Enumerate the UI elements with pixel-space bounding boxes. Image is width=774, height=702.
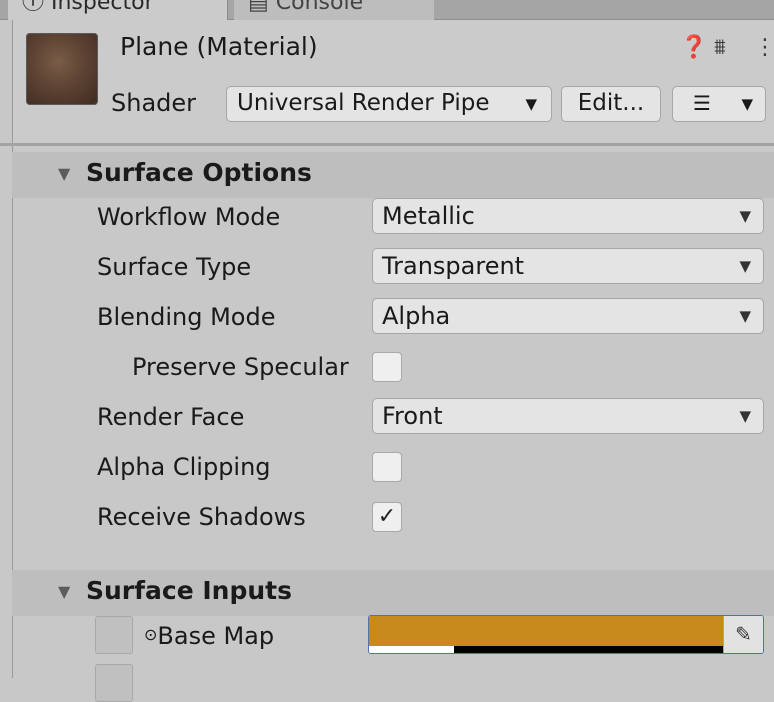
chevron-down-icon: ▼ <box>739 207 751 225</box>
surface-options-title: Surface Options <box>86 158 312 187</box>
chevron-down-icon: ▼ <box>739 307 751 325</box>
base-map-texture-slot[interactable] <box>95 616 133 654</box>
alpha-bar-empty <box>454 646 723 653</box>
preserve-specular-label: Preserve Specular <box>132 353 349 381</box>
help-icon[interactable]: ❓ <box>680 34 707 62</box>
chevron-down-icon: ▼ <box>525 95 537 113</box>
object-picker-icon[interactable]: ⊙ <box>144 625 157 644</box>
list-icon: ☰ <box>693 91 711 115</box>
render-face-dropdown[interactable]: Front ▼ <box>372 398 764 434</box>
material-title: Plane (Material) <box>120 32 318 61</box>
color-swatch <box>369 616 723 646</box>
blending-mode-value: Alpha <box>382 302 451 330</box>
blending-mode-dropdown[interactable]: Alpha ▼ <box>372 298 764 334</box>
surface-type-label: Surface Type <box>97 253 252 281</box>
material-preview-thumbnail[interactable] <box>26 33 98 105</box>
surface-type-dropdown[interactable]: Transparent ▼ <box>372 248 764 284</box>
render-face-label: Render Face <box>97 403 245 431</box>
tab-console[interactable]: ▤ Console <box>234 0 434 20</box>
surface-inputs-title: Surface Inputs <box>86 576 292 605</box>
base-map-label: Base Map <box>157 622 275 650</box>
more-icon[interactable]: ⋮ <box>754 34 774 62</box>
tab-inspector[interactable]: ⓘ Inspector <box>8 0 228 20</box>
workflow-mode-value: Metallic <box>382 202 475 230</box>
chevron-down-icon: ▼ <box>739 407 751 425</box>
edit-shader-button[interactable]: Edit... <box>561 86 661 122</box>
chevron-down-icon: ▼ <box>741 95 753 113</box>
alpha-clipping-label: Alpha Clipping <box>97 453 271 481</box>
console-icon: ▤ <box>248 0 276 15</box>
receive-shadows-checkbox[interactable]: ✓ <box>372 502 402 532</box>
tab-console-label: Console <box>275 0 364 15</box>
preserve-specular-checkbox[interactable] <box>372 352 402 382</box>
workflow-mode-dropdown[interactable]: Metallic ▼ <box>372 198 764 234</box>
shader-label: Shader <box>111 89 197 117</box>
alpha-bar-filled <box>369 646 454 653</box>
metallic-map-texture-slot[interactable] <box>95 664 133 702</box>
preset-icon[interactable]: ⩩ <box>714 34 726 62</box>
checkmark-icon: ✓ <box>377 504 397 529</box>
shader-options-dropdown[interactable]: ☰ ▼ <box>672 86 766 122</box>
render-face-value: Front <box>382 402 443 430</box>
receive-shadows-label: Receive Shadows <box>97 503 306 531</box>
shader-value: Universal Render Pipe <box>237 90 490 116</box>
base-map-color-field[interactable]: ✎ <box>368 615 764 654</box>
blending-mode-label: Blending Mode <box>97 303 276 331</box>
chevron-down-icon: ▼ <box>739 257 751 275</box>
base-map-label-row: ⊙Base Map <box>144 619 274 656</box>
workflow-mode-label: Workflow Mode <box>97 203 281 231</box>
foldout-arrow-icon[interactable]: ▼ <box>58 164 70 183</box>
alpha-clipping-checkbox[interactable] <box>372 452 402 482</box>
tab-inspector-label: Inspector <box>51 0 154 15</box>
foldout-arrow-icon[interactable]: ▼ <box>58 582 70 601</box>
info-icon: ⓘ <box>22 0 51 15</box>
surface-type-value: Transparent <box>382 252 525 280</box>
shader-dropdown[interactable]: Universal Render Pipe ▼ <box>226 86 552 122</box>
eyedropper-icon[interactable]: ✎ <box>723 616 763 653</box>
